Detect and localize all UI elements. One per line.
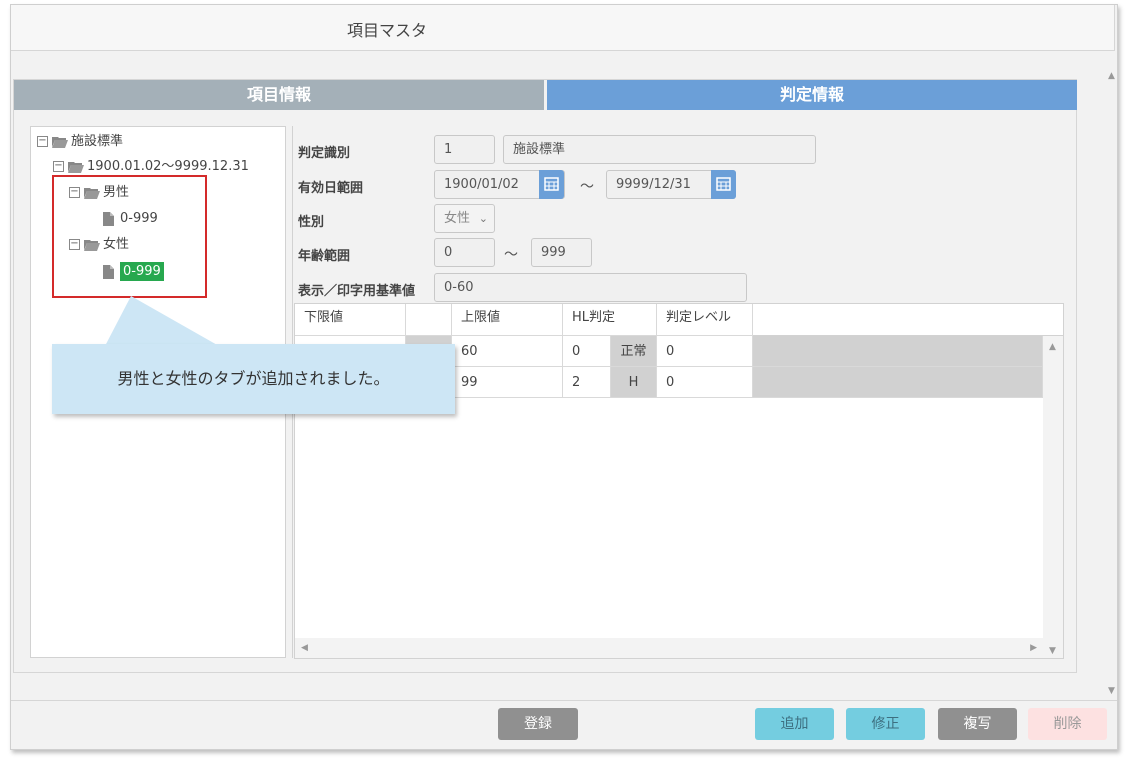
- delete-button[interactable]: 削除: [1028, 708, 1107, 740]
- title-bar: 項目マスタ: [11, 5, 1115, 51]
- edit-button[interactable]: 修正: [846, 708, 925, 740]
- range-separator: ～: [580, 179, 594, 195]
- page-scroll-down-arrow-icon[interactable]: ▼: [1108, 686, 1115, 696]
- display-standard-label: 表示／印字用基準値: [298, 284, 416, 299]
- cell-hl-code[interactable]: 2: [563, 367, 611, 398]
- age-range-label: 年齢範囲: [298, 249, 351, 264]
- scroll-up-icon[interactable]: ▲: [1049, 342, 1056, 352]
- scroll-right-icon[interactable]: ▶: [1030, 643, 1037, 653]
- tree-node-label: 1900.01.02～9999.12.31: [87, 159, 249, 174]
- cell-filler: [753, 367, 1043, 398]
- valid-range-label: 有効日範囲: [298, 181, 364, 196]
- judge-id-label: 判定識別: [298, 146, 351, 161]
- column-header-blank: [406, 304, 452, 336]
- tree-node-root[interactable]: − 施設標準: [37, 131, 123, 153]
- cell-upper[interactable]: 60: [452, 336, 563, 367]
- cell-level[interactable]: 0: [657, 336, 753, 367]
- column-header-lower: 下限値: [295, 304, 406, 336]
- cell-level[interactable]: 0: [657, 367, 753, 398]
- vertical-scrollbar[interactable]: ▲ ▼: [1043, 336, 1063, 658]
- tree-node-label: 施設標準: [71, 134, 124, 149]
- scroll-left-icon[interactable]: ◀: [301, 643, 308, 653]
- age-separator: ～: [504, 247, 518, 263]
- window-title: 項目マスタ: [347, 21, 428, 40]
- register-button[interactable]: 登録: [498, 708, 578, 740]
- copy-button[interactable]: 複写: [938, 708, 1017, 740]
- sex-select-value: 女性: [444, 211, 471, 226]
- display-standard-field: 0-60: [434, 273, 747, 302]
- column-header-level: 判定レベル: [657, 304, 753, 336]
- highlight-box: [52, 175, 207, 298]
- cell-hl-text: 正常: [611, 336, 657, 367]
- folder-open-icon: [52, 136, 68, 148]
- calendar-icon[interactable]: [539, 170, 564, 199]
- cell-hl-text: H: [611, 367, 657, 398]
- collapse-toggle-icon[interactable]: −: [53, 161, 64, 172]
- footer-divider: [11, 700, 1117, 701]
- column-header-upper: 上限値: [452, 304, 563, 336]
- cell-upper[interactable]: 99: [452, 367, 563, 398]
- page-scroll-up-arrow-icon[interactable]: ▲: [1108, 71, 1115, 81]
- callout-pointer: [105, 296, 219, 346]
- sex-select[interactable]: 女性 ⌄: [434, 204, 495, 233]
- tab-item-info[interactable]: 項目情報: [14, 80, 544, 110]
- tab-judge-info[interactable]: 判定情報: [547, 80, 1077, 110]
- chevron-down-icon: ⌄: [478, 212, 488, 225]
- folder-open-icon: [68, 161, 84, 173]
- judge-name-field: 施設標準: [503, 135, 816, 164]
- cell-filler: [753, 336, 1043, 367]
- callout-tooltip: 男性と女性のタブが追加されました。: [52, 344, 455, 414]
- horizontal-scrollbar[interactable]: ◀ ▶: [295, 638, 1043, 658]
- scroll-down-icon[interactable]: ▼: [1049, 646, 1056, 656]
- age-from-field: 0: [434, 238, 495, 267]
- collapse-toggle-icon[interactable]: −: [37, 136, 48, 147]
- grid-header: 下限値 上限値 HL判定 判定レベル: [295, 304, 1063, 336]
- judge-id-field: 1: [434, 135, 495, 164]
- calendar-icon[interactable]: [711, 170, 736, 199]
- age-to-field: 999: [531, 238, 592, 267]
- cell-hl-code[interactable]: 0: [563, 336, 611, 367]
- column-header-hl: HL判定: [563, 304, 657, 336]
- sex-label: 性別: [298, 215, 325, 230]
- add-button[interactable]: 追加: [755, 708, 834, 740]
